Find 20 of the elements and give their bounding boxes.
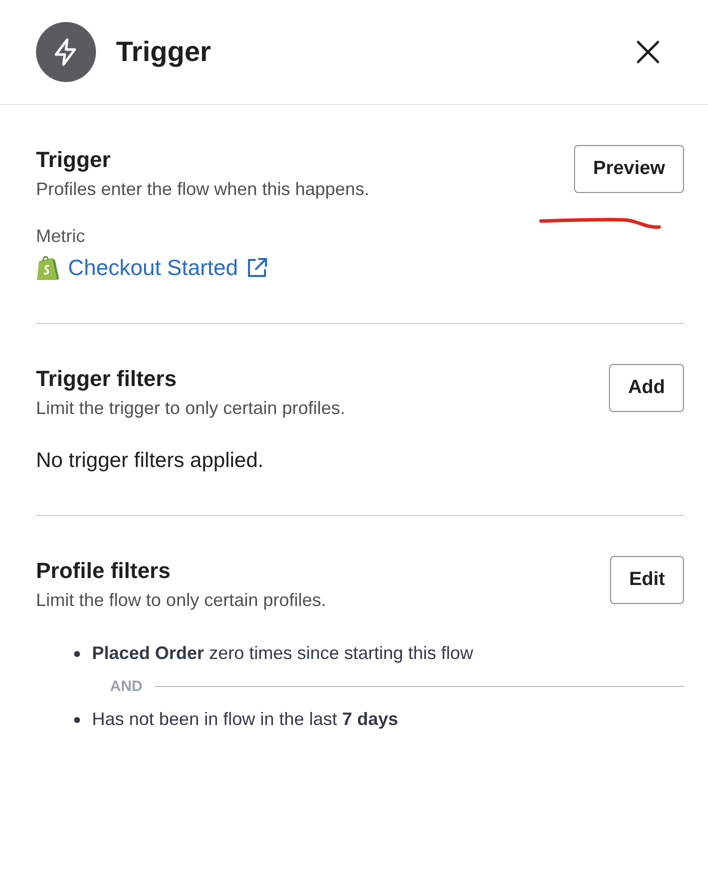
and-label: AND — [110, 678, 142, 695]
preview-button[interactable]: Preview — [574, 145, 684, 193]
metric-link[interactable]: Checkout Started — [68, 255, 238, 281]
external-link-icon[interactable] — [246, 257, 268, 279]
metric-label: Metric — [36, 226, 86, 247]
empty-message: No trigger filters applied. — [36, 449, 265, 473]
section-title: Trigger filters — [36, 366, 178, 392]
edit-button[interactable]: Edit — [610, 556, 684, 604]
shopping-bag-icon — [36, 255, 60, 281]
section-description: Limit the flow to only certain profiles. — [36, 590, 326, 611]
section-description: Limit the trigger to only certain profiles. — [36, 398, 346, 419]
condition-text: Placed Order zero times since starting this flow — [92, 643, 474, 664]
section-title: Trigger — [36, 147, 112, 173]
condition-text: Has not been in flow in the last 7 days — [92, 709, 398, 730]
add-button[interactable]: Add — [609, 364, 684, 412]
bullet-dot — [74, 650, 80, 656]
panel-title: Trigger — [116, 36, 212, 68]
bullet-dot — [74, 716, 80, 722]
section-description: Profiles enter the flow when this happens. — [36, 179, 370, 200]
section-title: Profile filters — [36, 558, 172, 584]
